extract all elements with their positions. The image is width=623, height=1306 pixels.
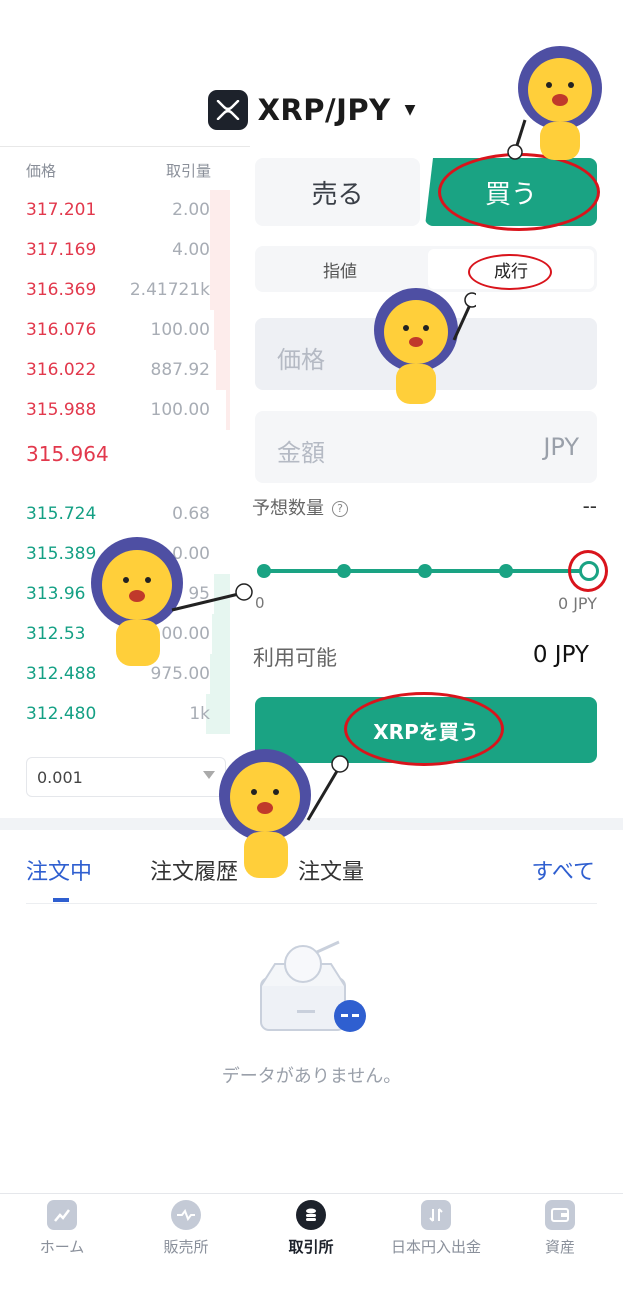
ask-price: 315.988	[26, 400, 97, 420]
ask-qty: 887.92	[150, 360, 210, 380]
ask-row[interactable]: 317.201 2.00	[0, 190, 230, 230]
ask-price: 317.201	[26, 200, 97, 220]
estimated-qty-label: 予想数量?	[252, 494, 348, 520]
bid-qty: 00.00	[161, 624, 210, 644]
ask-price: 316.076	[26, 320, 97, 340]
bid-price: 312.488	[26, 664, 97, 684]
divider	[0, 1193, 623, 1194]
section-divider	[0, 818, 623, 830]
orderbook-price-header: 価格	[26, 162, 57, 180]
ask-row[interactable]: 317.169 4.00	[0, 230, 230, 270]
amount-unit: JPY	[543, 433, 579, 461]
bid-price: 312.53	[26, 624, 86, 644]
nav-label: 取引所	[288, 1238, 334, 1256]
empty-state-text: データがありません。	[221, 1066, 402, 1087]
annotation-circle-slider	[568, 550, 608, 592]
slider-min-label: 0	[255, 594, 265, 612]
slider-dot-0[interactable]	[257, 564, 271, 578]
ask-row[interactable]: 316.369 2.41721k	[0, 270, 230, 310]
bid-price: 312.480	[26, 704, 97, 724]
see-all-link[interactable]: すべて	[531, 854, 595, 886]
estimated-qty-value: --	[582, 494, 597, 518]
bid-price: 313.96	[26, 584, 86, 604]
ask-price: 316.022	[26, 360, 97, 380]
chevron-down-icon	[203, 771, 215, 779]
active-tab-indicator	[53, 898, 69, 902]
annotation-circle-market	[468, 254, 552, 290]
amount-input[interactable]: 金額 JPY	[255, 411, 597, 483]
ask-row[interactable]: 316.022 887.92	[0, 350, 230, 390]
price-input[interactable]: 価格	[255, 318, 597, 390]
divider	[0, 146, 250, 147]
pair-header[interactable]: XRP/JPY ▼	[0, 80, 623, 140]
bid-qty: 1k	[189, 704, 210, 724]
sell-tab[interactable]: 売る	[255, 158, 420, 226]
tab-order-history[interactable]: 注文履歴	[150, 854, 238, 886]
bid-row[interactable]: 313.96 95	[0, 574, 230, 614]
ask-price: 316.369	[26, 280, 97, 300]
last-price: 315.964	[26, 442, 109, 466]
wallet-icon	[545, 1200, 575, 1230]
nav-otc[interactable]: 販売所	[124, 1200, 248, 1257]
slider-dot-25[interactable]	[337, 564, 351, 578]
bid-qty: 0.00	[172, 544, 210, 564]
ask-qty: 2.00	[172, 200, 210, 220]
price-step-value: 0.001	[37, 768, 83, 787]
bid-row[interactable]: 315.724 0.68	[0, 494, 230, 534]
tab-open-orders[interactable]: 注文中	[26, 854, 92, 886]
ask-price: 317.169	[26, 240, 97, 260]
bid-row[interactable]: 312.53 00.00	[0, 614, 230, 654]
est-label-text: 予想数量	[252, 498, 324, 519]
ask-qty: 100.00	[150, 320, 210, 340]
transfer-icon	[421, 1200, 451, 1230]
bid-row[interactable]: 315.389 0.00	[0, 534, 230, 574]
ask-qty: 100.00	[150, 400, 210, 420]
nav-label: 資産	[544, 1238, 575, 1256]
bid-price: 315.389	[26, 544, 97, 564]
nav-home[interactable]: ホーム	[0, 1200, 124, 1257]
bid-row[interactable]: 312.480 1k	[0, 694, 230, 734]
bid-qty: 0.68	[172, 504, 210, 524]
nav-jpy-transfer[interactable]: 日本円入出金	[374, 1200, 498, 1257]
available-value: 0 JPY	[532, 642, 589, 668]
slider-dot-75[interactable]	[499, 564, 513, 578]
orderbook-qty-header: 取引量	[165, 162, 211, 180]
price-step-select[interactable]: 0.001	[26, 757, 226, 797]
tab-order-volume[interactable]: 注文量	[298, 854, 364, 886]
bid-row[interactable]: 312.488 975.00	[0, 654, 230, 694]
nav-label: ホーム	[39, 1238, 85, 1256]
exchange-icon	[171, 1200, 201, 1230]
available-label: 利用可能	[253, 646, 337, 670]
bid-qty: 95	[188, 584, 210, 604]
ask-qty: 2.41721k	[129, 280, 210, 300]
ask-row[interactable]: 315.988 100.00	[0, 390, 230, 430]
annotation-circle-submit	[344, 692, 504, 766]
nav-label: 販売所	[163, 1238, 209, 1256]
nav-assets[interactable]: 資産	[498, 1200, 622, 1257]
home-icon	[47, 1200, 77, 1230]
slider-max-label: 0 JPY	[557, 594, 597, 613]
caret-down-icon[interactable]: ▼	[405, 102, 416, 118]
bid-price: 315.724	[26, 504, 97, 524]
annotation-circle-buy	[438, 153, 600, 231]
ask-row[interactable]: 316.076 100.00	[0, 310, 230, 350]
coins-icon	[296, 1200, 326, 1230]
nav-label: 日本円入出金	[390, 1238, 481, 1256]
divider	[26, 903, 597, 904]
bid-qty: 975.00	[150, 664, 210, 684]
limit-order-tab[interactable]: 指値	[255, 246, 425, 292]
slider-dot-50[interactable]	[418, 564, 432, 578]
pair-title: XRP/JPY	[257, 93, 391, 127]
help-icon[interactable]: ?	[332, 501, 348, 517]
xrp-icon	[207, 90, 248, 130]
nav-exchange[interactable]: 取引所	[249, 1200, 373, 1257]
empty-box-icon	[255, 938, 370, 1038]
ask-qty: 4.00	[172, 240, 210, 260]
amount-placeholder: 金額	[277, 439, 325, 467]
